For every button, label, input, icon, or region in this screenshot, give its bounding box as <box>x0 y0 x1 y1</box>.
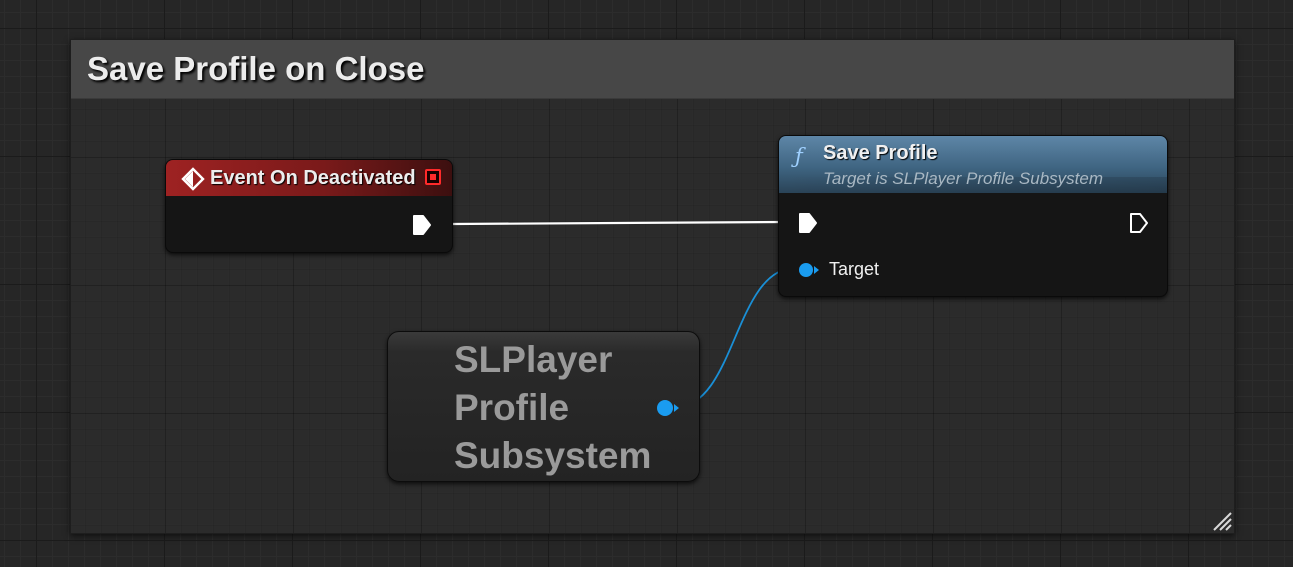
comment-header[interactable]: Save Profile on Close <box>71 40 1234 99</box>
event-on-deactivated-node[interactable]: Event On Deactivated <box>165 159 453 253</box>
save-profile-header[interactable]: ƒ Save Profile Target is SLPlayer Profil… <box>779 136 1167 193</box>
subsystem-node-label: SLPlayer Profile Subsystem <box>454 339 652 476</box>
subsystem-output-pin[interactable] <box>656 398 680 418</box>
event-node-header[interactable]: Event On Deactivated <box>166 160 452 196</box>
comment-title[interactable]: Save Profile on Close <box>87 50 424 88</box>
event-diamond-icon <box>181 167 205 191</box>
save-profile-title: Save Profile <box>823 142 938 164</box>
resize-handle-icon[interactable] <box>1212 511 1232 531</box>
delegate-pin[interactable] <box>425 169 441 185</box>
exec-output-pin[interactable] <box>412 214 432 236</box>
save-profile-node[interactable]: ƒ Save Profile Target is SLPlayer Profil… <box>778 135 1168 297</box>
graph-canvas[interactable]: Save Profile on Close Event On Deactivat… <box>0 0 1293 567</box>
exec-input-pin[interactable] <box>798 212 818 234</box>
target-input-pin[interactable] <box>798 261 820 279</box>
event-node-title: Event On Deactivated <box>210 167 416 189</box>
function-icon: ƒ <box>795 144 803 168</box>
target-pin-label: Target <box>829 259 880 279</box>
exec-output-pin-unconnected[interactable] <box>1129 212 1149 234</box>
save-profile-subtitle: Target is SLPlayer Profile Subsystem <box>823 169 1103 188</box>
slplayer-profile-subsystem-node[interactable]: SLPlayer Profile Subsystem <box>387 331 700 482</box>
